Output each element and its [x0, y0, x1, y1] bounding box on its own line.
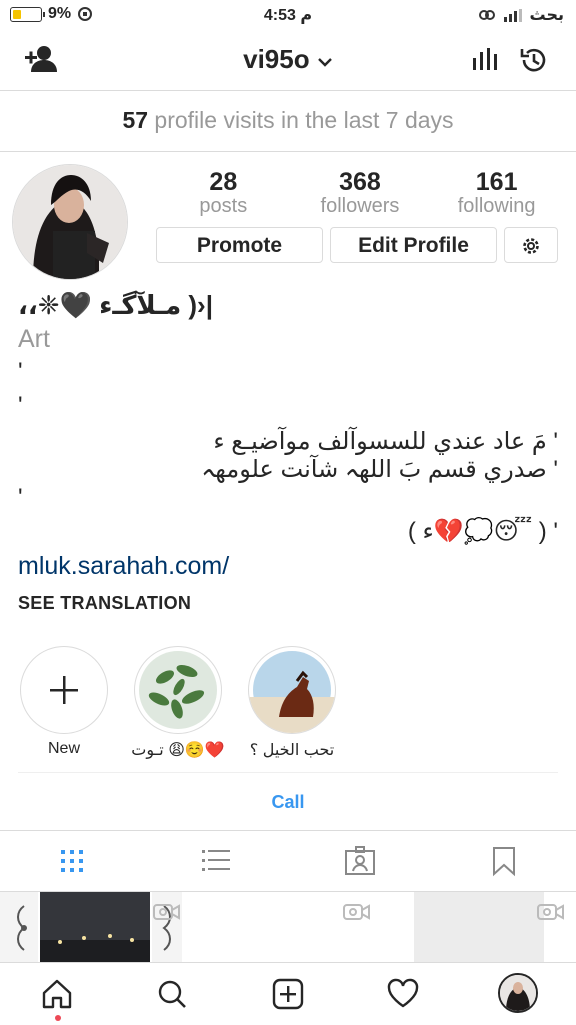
category: Art: [18, 325, 50, 353]
promote-button[interactable]: Promote: [156, 227, 323, 263]
post-thumbnail[interactable]: [40, 892, 150, 962]
bio-link[interactable]: mluk.sarahah.com/: [18, 552, 558, 581]
avatar-image: [500, 975, 536, 1011]
bio-line: ': [18, 484, 23, 511]
plus-icon: [50, 676, 78, 704]
bio-line: ' مَ عاد عندي للسسوآلف موآضيـع ء: [213, 428, 558, 455]
visits-count: 57: [122, 107, 149, 133]
bio-line: ': [18, 358, 23, 385]
profile-avatar[interactable]: [12, 164, 128, 280]
username: vi95o: [243, 44, 310, 74]
stat-posts[interactable]: 28 posts: [163, 168, 283, 218]
notification-dot-icon: [55, 1015, 61, 1021]
posts-label: posts: [199, 195, 248, 217]
story-highlight[interactable]: تحب الخيل ؟: [237, 646, 347, 760]
story-highlight[interactable]: تـوت 😩☺️❤️: [123, 646, 233, 760]
night-street-image: [40, 892, 150, 962]
history-icon[interactable]: [518, 44, 550, 76]
story-label: تـوت 😩☺️❤️: [131, 742, 225, 759]
following-count: 161: [475, 168, 518, 196]
video-icon: [343, 904, 370, 920]
posts-count: 28: [209, 168, 238, 196]
tagged-photos-icon[interactable]: [344, 845, 376, 877]
highlight-image-horse: [249, 651, 335, 733]
gear-icon: [523, 238, 539, 254]
grid-icon[interactable]: [56, 845, 88, 877]
bio-line: ' ( 😴💭💔ء ): [407, 518, 558, 545]
post-thumbnail[interactable]: [0, 892, 38, 962]
list-icon[interactable]: [200, 845, 232, 877]
bio-line: ': [18, 392, 23, 419]
post-thumbnail[interactable]: [414, 892, 544, 962]
profile-bio: |‹( مـلآگـء 🖤❈،، Art ' ' ' مَ عاد عندي ل…: [18, 290, 558, 614]
edit-profile-button[interactable]: Edit Profile: [330, 227, 497, 263]
new-highlight-circle: [20, 646, 108, 734]
story-highlight-new[interactable]: New: [9, 646, 119, 758]
search-icon[interactable]: [155, 977, 189, 1011]
ornament-image: [17, 905, 27, 951]
posts-grid: [0, 892, 576, 962]
status-right: بحث: [478, 5, 564, 25]
bar-chart-icon[interactable]: [470, 44, 498, 72]
status-bar: 9% 4:53 م بحث: [0, 0, 576, 30]
post-thumbnail[interactable]: [192, 892, 412, 962]
profile-visits-banner[interactable]: 57 profile visits in the last 7 days: [0, 91, 576, 152]
profile-header: vi95o: [0, 30, 576, 91]
visits-text: profile visits in the last 7 days: [154, 107, 454, 133]
bio-line: ' صدري قسم بَ اللهہ شآنت علومهہ: [201, 456, 558, 483]
profile-tabs: [0, 830, 576, 892]
highlight-cover: [134, 646, 222, 734]
new-post-icon[interactable]: [271, 977, 305, 1011]
profile-stats: 28 posts 368 followers 161 following: [155, 168, 565, 218]
highlight-image-plant: [139, 651, 217, 729]
followers-count: 368: [339, 168, 381, 196]
display-name: |‹( مـلآگـء 🖤❈،،: [18, 290, 213, 320]
bookmark-icon[interactable]: [488, 845, 520, 877]
highlight-cover: [248, 646, 336, 734]
call-button[interactable]: Call: [18, 772, 558, 831]
story-label: تحب الخيل ؟: [249, 742, 335, 759]
link-icon: [478, 10, 495, 20]
avatar-image: [13, 165, 127, 279]
settings-button[interactable]: [504, 227, 558, 263]
following-label: following: [457, 195, 536, 217]
profile-tab-avatar[interactable]: [498, 973, 538, 1013]
see-translation-button[interactable]: SEE TRANSLATION: [18, 593, 558, 614]
heart-icon[interactable]: [386, 977, 420, 1011]
followers-label: followers: [320, 195, 400, 217]
stat-following[interactable]: 161 following: [437, 168, 557, 218]
video-icon: [537, 904, 564, 920]
chevron-down-icon: [318, 58, 332, 67]
bottom-tab-bar: [0, 962, 576, 1025]
home-icon[interactable]: [40, 977, 74, 1011]
carrier: بحث: [529, 7, 564, 24]
video-icon: [153, 904, 180, 920]
story-label: New: [47, 740, 80, 757]
stat-followers[interactable]: 368 followers: [300, 168, 420, 218]
signal-icon: [503, 8, 522, 22]
